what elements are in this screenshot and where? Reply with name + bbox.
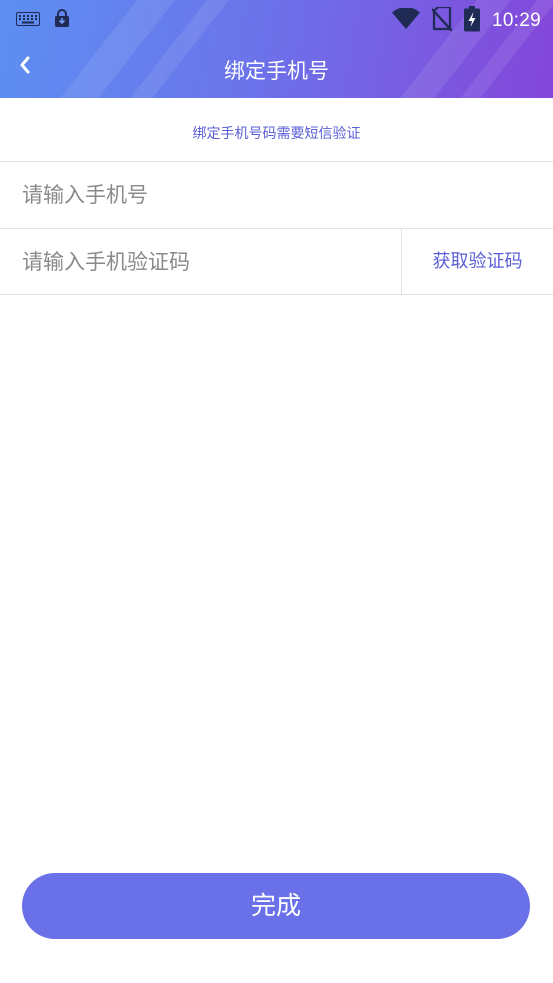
keyboard-icon [16,11,40,30]
divider [0,294,553,295]
phone-input[interactable] [22,162,522,228]
no-sim-icon [431,5,453,35]
get-code-button[interactable]: 获取验证码 [402,229,553,295]
app-header: 10:29 绑定手机号 [0,0,553,98]
status-bar: 10:29 [0,0,553,38]
verification-hint: 绑定手机号码需要短信验证 [192,126,361,142]
wifi-icon [391,7,420,34]
battery-charging-icon [463,6,480,36]
verification-code-input[interactable] [22,229,392,295]
clock-time: 10:29 [491,10,541,31]
lock-download-icon [54,9,70,31]
done-button[interactable]: 完成 [22,873,530,939]
page-title: 绑定手机号 [224,59,329,83]
